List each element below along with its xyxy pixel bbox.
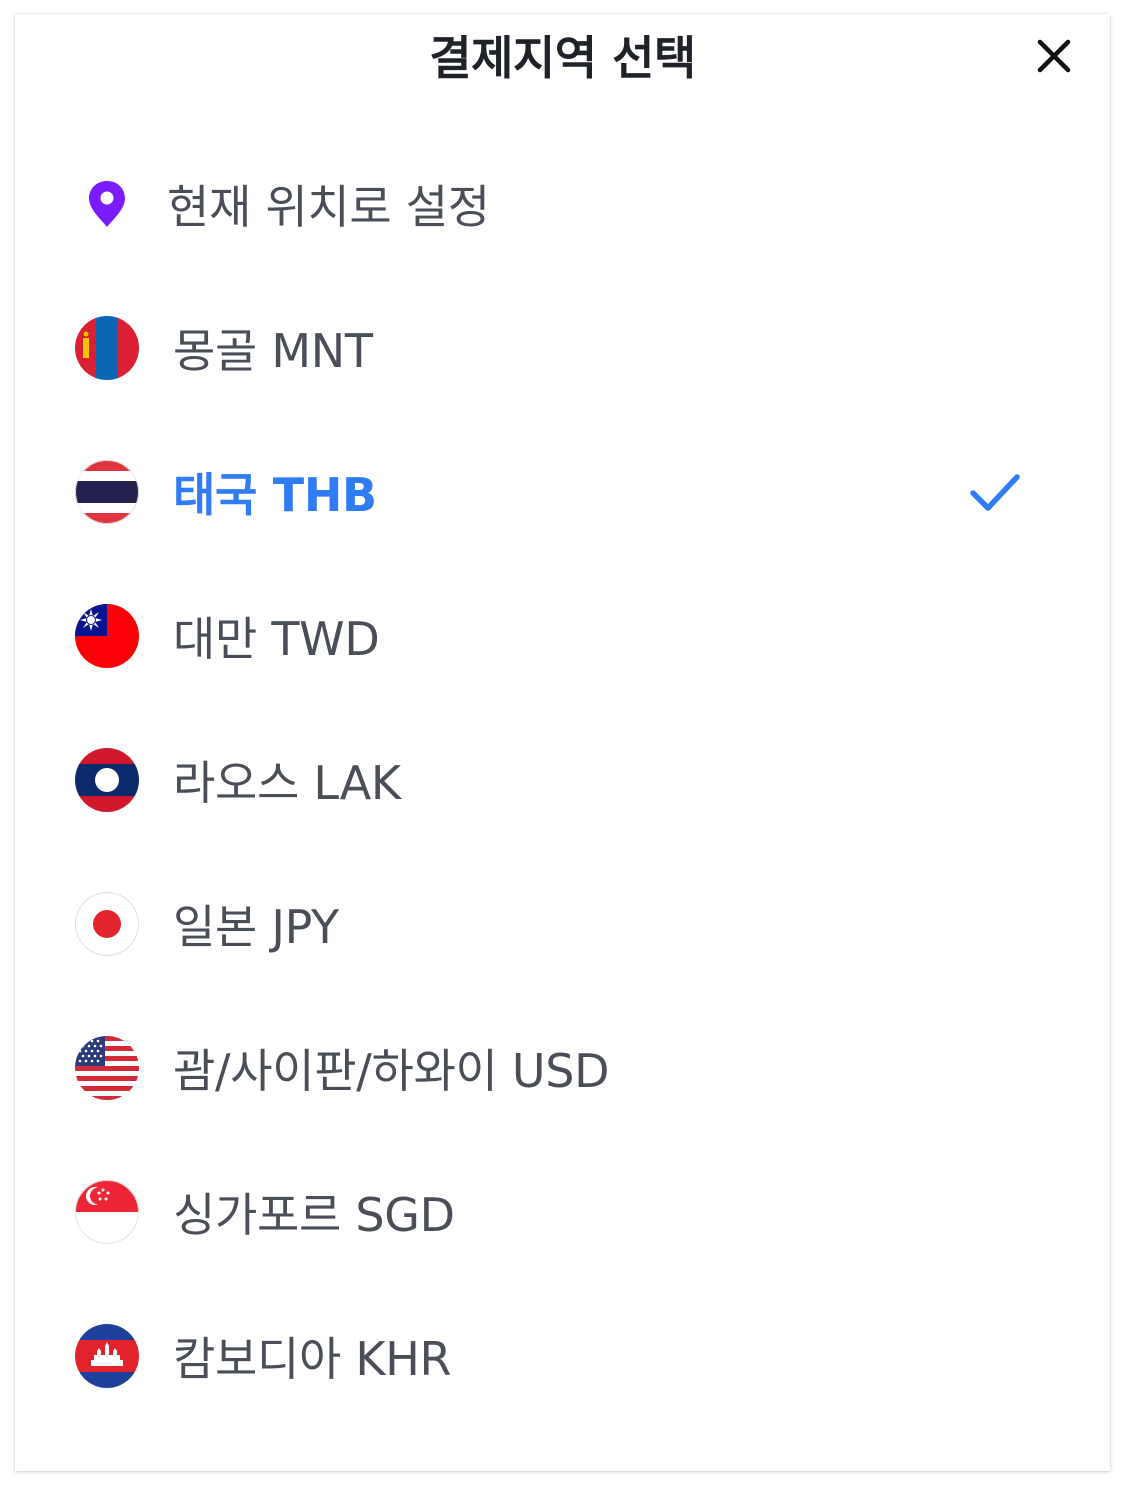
laos-flag-icon bbox=[75, 748, 139, 812]
current-location-label: 현재 위치로 설정 bbox=[167, 180, 490, 234]
region-label: 싱가포르 SGD bbox=[173, 1188, 455, 1242]
region-label: 태국 THB bbox=[173, 468, 377, 522]
region-item-singapore[interactable]: 싱가포르 SGD bbox=[15, 1140, 1110, 1284]
region-select-sheet: 결제지역 선택 현재 위치로 설정 몽골 MNT 태국 THB 대만 TWD 라… bbox=[15, 14, 1110, 1471]
region-item-mongolia[interactable]: 몽골 MNT bbox=[15, 276, 1110, 420]
region-item-usa[interactable]: 괌/사이판/하와이 USD bbox=[15, 996, 1110, 1140]
taiwan-flag-icon bbox=[75, 604, 139, 668]
region-label: 몽골 MNT bbox=[173, 324, 373, 378]
close-icon bbox=[1037, 39, 1071, 73]
region-label: 캄보디아 KHR bbox=[173, 1332, 452, 1386]
usa-flag-icon bbox=[75, 1036, 139, 1100]
region-list: 현재 위치로 설정 몽골 MNT 태국 THB 대만 TWD 라오스 LAK 일… bbox=[15, 132, 1110, 1428]
region-label: 일본 JPY bbox=[173, 900, 339, 954]
region-item-thailand[interactable]: 태국 THB bbox=[15, 420, 1110, 564]
close-button[interactable] bbox=[1022, 24, 1086, 88]
set-current-location-item[interactable]: 현재 위치로 설정 bbox=[15, 132, 1110, 276]
cambodia-flag-icon bbox=[75, 1324, 139, 1388]
region-item-japan[interactable]: 일본 JPY bbox=[15, 852, 1110, 996]
region-item-cambodia[interactable]: 캄보디아 KHR bbox=[15, 1284, 1110, 1428]
region-item-laos[interactable]: 라오스 LAK bbox=[15, 708, 1110, 852]
singapore-flag-icon bbox=[75, 1180, 139, 1244]
region-label: 라오스 LAK bbox=[173, 756, 401, 810]
checkmark-icon bbox=[970, 474, 1020, 511]
japan-flag-icon bbox=[75, 892, 139, 956]
sheet-title: 결제지역 선택 bbox=[429, 31, 696, 85]
mongolia-flag-icon bbox=[75, 316, 139, 380]
region-label: 괌/사이판/하와이 USD bbox=[173, 1044, 610, 1098]
thailand-flag-icon bbox=[75, 460, 139, 524]
region-item-taiwan[interactable]: 대만 TWD bbox=[15, 564, 1110, 708]
location-pin-icon bbox=[89, 181, 125, 227]
region-label: 대만 TWD bbox=[173, 612, 380, 666]
